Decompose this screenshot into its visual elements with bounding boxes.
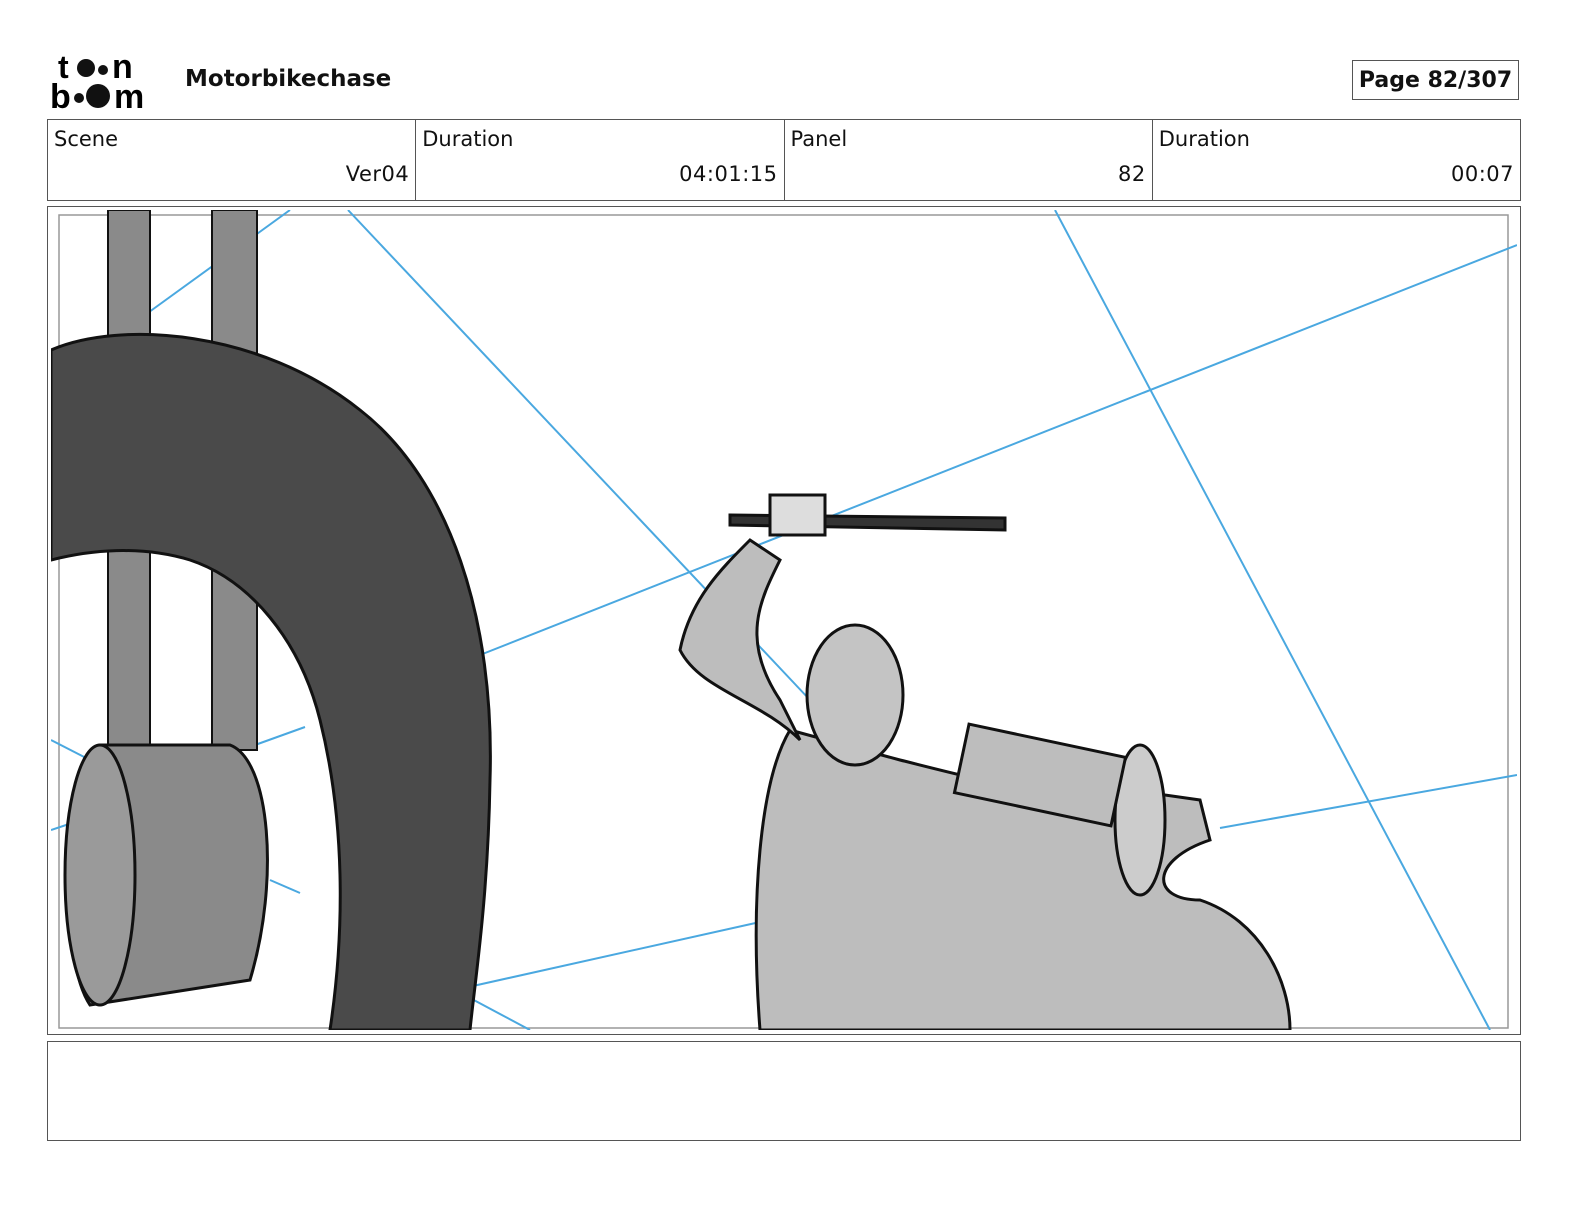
scene-value: Ver04 (345, 162, 410, 186)
panel-label: Panel (790, 127, 848, 151)
panel-info-table: Scene Ver04 Duration 04:01:15 Panel 82 D… (47, 119, 1521, 201)
panel-duration-label: Duration (1158, 127, 1250, 151)
project-title: Motorbikechase (185, 66, 392, 92)
panel-value: 82 (1118, 162, 1146, 186)
panel-duration-value: 00:07 (1450, 162, 1514, 186)
hub-sketch (63, 743, 269, 1007)
svg-text:b: b (50, 78, 71, 112)
toonboom-logo: t n b m (50, 50, 144, 112)
page-number: Page 82/307 (1352, 60, 1519, 100)
scene-cell: Scene Ver04 (48, 120, 417, 200)
scene-duration-label: Duration (422, 127, 514, 151)
svg-text:m: m (114, 78, 144, 112)
caption-box (47, 1041, 1521, 1141)
panel-cell: Panel 82 (785, 120, 1153, 200)
panel-duration-cell: Duration 00:07 (1153, 120, 1520, 200)
scene-duration-value: 04:01:15 (679, 162, 778, 186)
scene-label: Scene (54, 127, 119, 151)
figure-sketch (678, 493, 1292, 1030)
panel-drawing (51, 210, 1517, 1030)
scene-duration-cell: Duration 04:01:15 (416, 120, 785, 200)
storyboard-panel (47, 206, 1521, 1035)
